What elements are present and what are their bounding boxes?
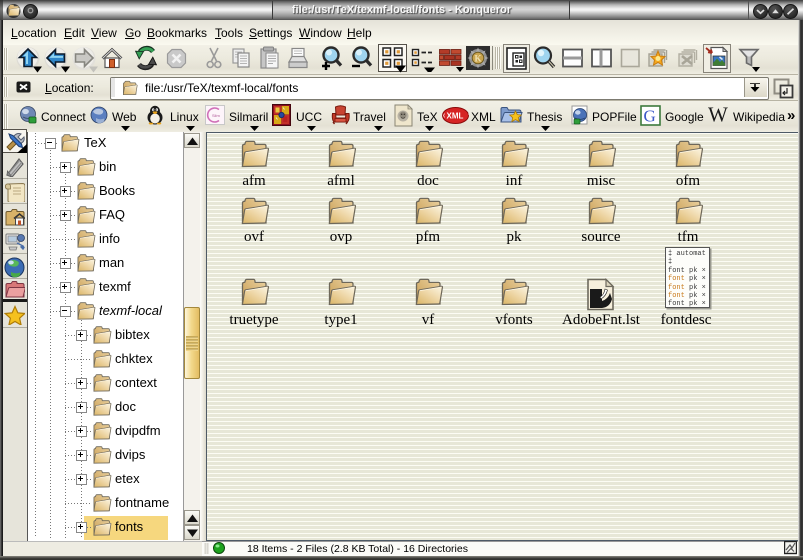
svg-text:K: K (475, 54, 482, 64)
svg-text:Silm: Silm (212, 113, 220, 118)
svg-text:W: W (708, 105, 728, 125)
svg-text:XML: XML (447, 112, 464, 121)
svg-text:G: G (644, 107, 656, 126)
